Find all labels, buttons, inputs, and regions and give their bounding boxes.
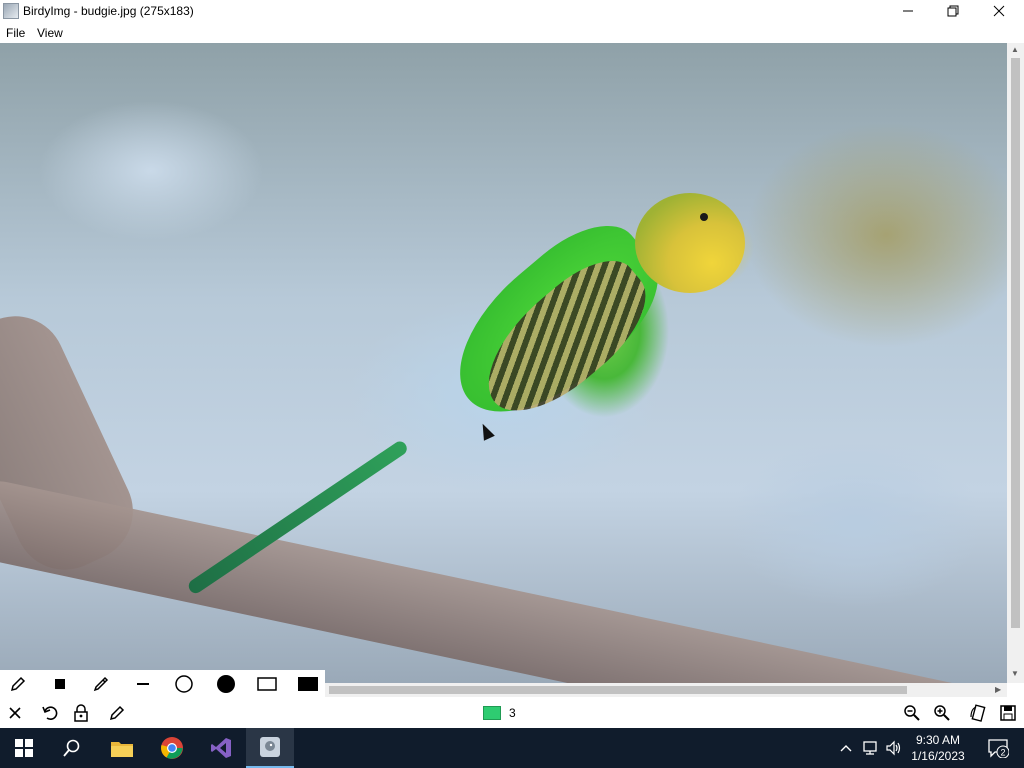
selection-count: 3 [509, 706, 516, 720]
filled-square-small-icon [55, 679, 65, 689]
scroll-right-icon[interactable]: ▶ [995, 685, 1001, 694]
lock-icon [74, 704, 88, 722]
scroll-down-icon[interactable]: ▼ [1011, 669, 1019, 678]
undo-icon [42, 706, 58, 720]
circle-filled-tool[interactable] [215, 673, 237, 695]
undo-button[interactable] [39, 702, 61, 724]
menu-bar: File View [0, 22, 1024, 43]
rotate-button[interactable] [967, 702, 989, 724]
image-canvas[interactable] [0, 43, 1007, 683]
circle-outline-icon [175, 675, 193, 693]
notification-count: 2 [1000, 748, 1005, 758]
taskbar-visual-studio[interactable] [197, 728, 245, 768]
close-icon [993, 5, 1004, 17]
folder-icon [111, 742, 133, 757]
system-clock[interactable]: 9:30 AM 1/16/2023 [903, 732, 973, 764]
network-tray[interactable] [860, 728, 882, 768]
pencil-tool[interactable] [7, 673, 29, 695]
zoom-in-icon [934, 705, 950, 721]
mouse-cursor [477, 421, 495, 441]
taskbar-birdyimg[interactable] [246, 728, 294, 768]
minimize-icon [902, 10, 913, 12]
vertical-scrollbar[interactable]: ▲ ▼ [1007, 43, 1024, 683]
clock-time: 9:30 AM [915, 733, 961, 747]
network-icon [863, 741, 877, 755]
small-square-tool[interactable] [49, 673, 71, 695]
speaker-icon [886, 740, 901, 756]
vertical-scroll-thumb[interactable] [1011, 58, 1020, 628]
minimize-button[interactable] [885, 0, 930, 22]
window-title: BirdyImg - budgie.jpg (275x183) [23, 4, 194, 18]
show-hidden-icons[interactable] [838, 728, 854, 768]
zoom-in-button[interactable] [931, 702, 953, 724]
zoom-out-icon [904, 705, 920, 721]
save-icon [1000, 705, 1016, 721]
bottom-toolbar: 3 [0, 698, 1024, 728]
rectangle-outline-tool[interactable] [256, 673, 278, 695]
edit-button[interactable] [106, 702, 128, 724]
visual-studio-icon [211, 738, 231, 758]
title-bar: BirdyImg - budgie.jpg (275x183) [0, 0, 1024, 22]
windows-taskbar: 9:30 AM 1/16/2023 2 [0, 728, 1024, 768]
search-button[interactable] [48, 728, 96, 768]
chrome-icon [161, 737, 183, 759]
close-window-button[interactable] [976, 0, 1021, 22]
current-color-swatch[interactable] [483, 706, 501, 720]
app-icon [3, 3, 19, 19]
notification-center[interactable]: 2 [978, 728, 1018, 768]
restore-icon [947, 5, 958, 17]
drawing-toolbar [0, 670, 325, 697]
horizontal-scrollbar[interactable]: ▶ [325, 683, 1007, 697]
rectangle-filled-tool[interactable] [297, 673, 319, 695]
circle-outline-tool[interactable] [173, 673, 195, 695]
close-image-button[interactable] [4, 702, 26, 724]
birdyimg-app-icon [260, 737, 280, 757]
zoom-out-button[interactable] [901, 702, 923, 724]
restore-button[interactable] [930, 0, 975, 22]
rotate-icon [970, 704, 986, 722]
menu-file[interactable]: File [6, 26, 25, 40]
close-icon [9, 707, 21, 719]
taskbar-file-explorer[interactable] [98, 728, 146, 768]
rectangle-filled-icon [298, 677, 318, 691]
menu-view[interactable]: View [37, 26, 63, 40]
pencil-icon [10, 676, 26, 692]
line-tool[interactable] [132, 673, 154, 695]
line-icon [137, 683, 149, 685]
taskbar-chrome[interactable] [148, 728, 196, 768]
eyedropper-icon [93, 676, 109, 692]
search-icon [63, 739, 80, 757]
start-button[interactable] [0, 728, 48, 768]
lock-button[interactable] [70, 702, 92, 724]
scroll-up-icon[interactable]: ▲ [1011, 45, 1019, 54]
circle-filled-icon [217, 675, 235, 693]
clock-date: 1/16/2023 [911, 749, 965, 763]
chevron-up-icon [840, 745, 852, 752]
notification-icon: 2 [988, 739, 1009, 758]
rectangle-outline-icon [257, 677, 277, 691]
save-button[interactable] [997, 702, 1019, 724]
windows-logo-icon [15, 739, 33, 757]
volume-tray[interactable] [884, 728, 904, 768]
horizontal-scroll-thumb[interactable] [329, 686, 907, 694]
edit-pencil-icon [109, 705, 125, 721]
eyedropper-tool[interactable] [90, 673, 112, 695]
